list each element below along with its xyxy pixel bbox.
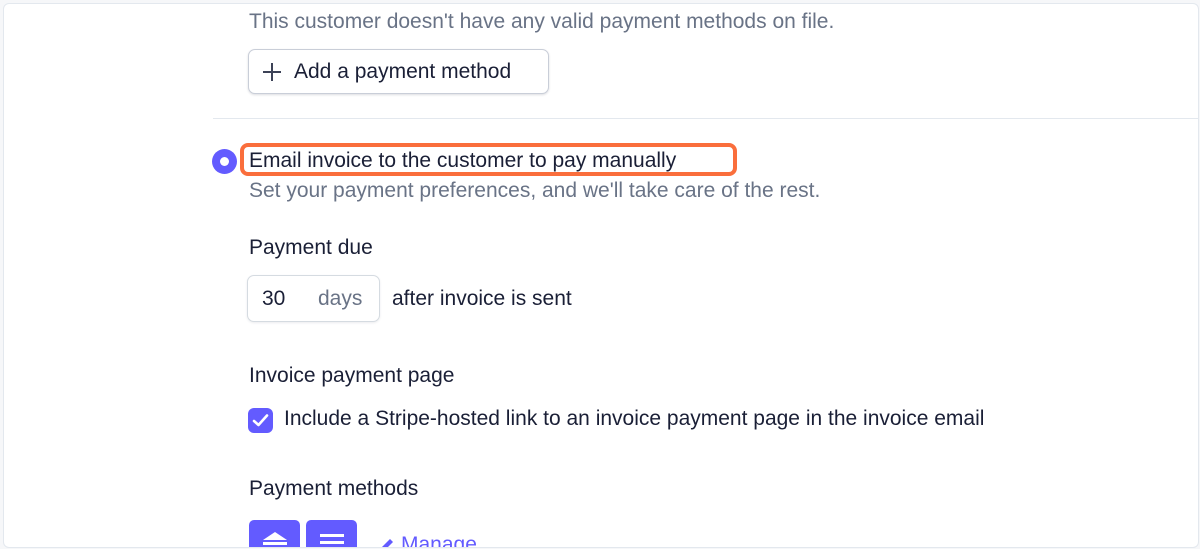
- section-divider: [213, 118, 1198, 119]
- add-payment-method-label: Add a payment method: [294, 59, 512, 83]
- bank-icon: [263, 532, 287, 540]
- email-invoice-radio[interactable]: [212, 149, 237, 174]
- manage-link-label[interactable]: Manage: [401, 533, 477, 547]
- plus-icon: [263, 62, 281, 81]
- card-payment-method-tile[interactable]: [306, 520, 357, 547]
- after-invoice-sent-text: after invoice is sent: [392, 287, 572, 310]
- stripe-hosted-link-label[interactable]: Include a Stripe-hosted link to an invoi…: [284, 407, 984, 431]
- invoice-payment-page-heading: Invoice payment page: [249, 364, 455, 387]
- payment-methods-heading: Payment methods: [249, 477, 419, 500]
- payment-due-heading: Payment due: [249, 236, 373, 259]
- no-payment-methods-text: This customer doesn't have any valid pay…: [249, 10, 835, 33]
- pencil-icon: [382, 539, 393, 547]
- invoice-payment-settings-panel: This customer doesn't have any valid pay…: [3, 3, 1199, 548]
- checkmark-icon: [252, 414, 269, 427]
- email-invoice-option-title[interactable]: Email invoice to the customer to pay man…: [249, 149, 676, 173]
- add-payment-method-button[interactable]: Add a payment method: [248, 49, 549, 94]
- manage-payment-methods-link[interactable]: Manage: [379, 533, 477, 547]
- email-invoice-option-subtitle: Set your payment preferences, and we'll …: [249, 179, 821, 202]
- days-suffix: days: [318, 286, 363, 310]
- payment-due-value[interactable]: 30: [262, 287, 306, 311]
- stripe-hosted-link-checkbox[interactable]: [248, 408, 273, 433]
- bank-payment-method-tile[interactable]: [249, 520, 300, 547]
- payment-due-days-input[interactable]: 30 days: [247, 275, 380, 322]
- card-icon: [320, 534, 344, 537]
